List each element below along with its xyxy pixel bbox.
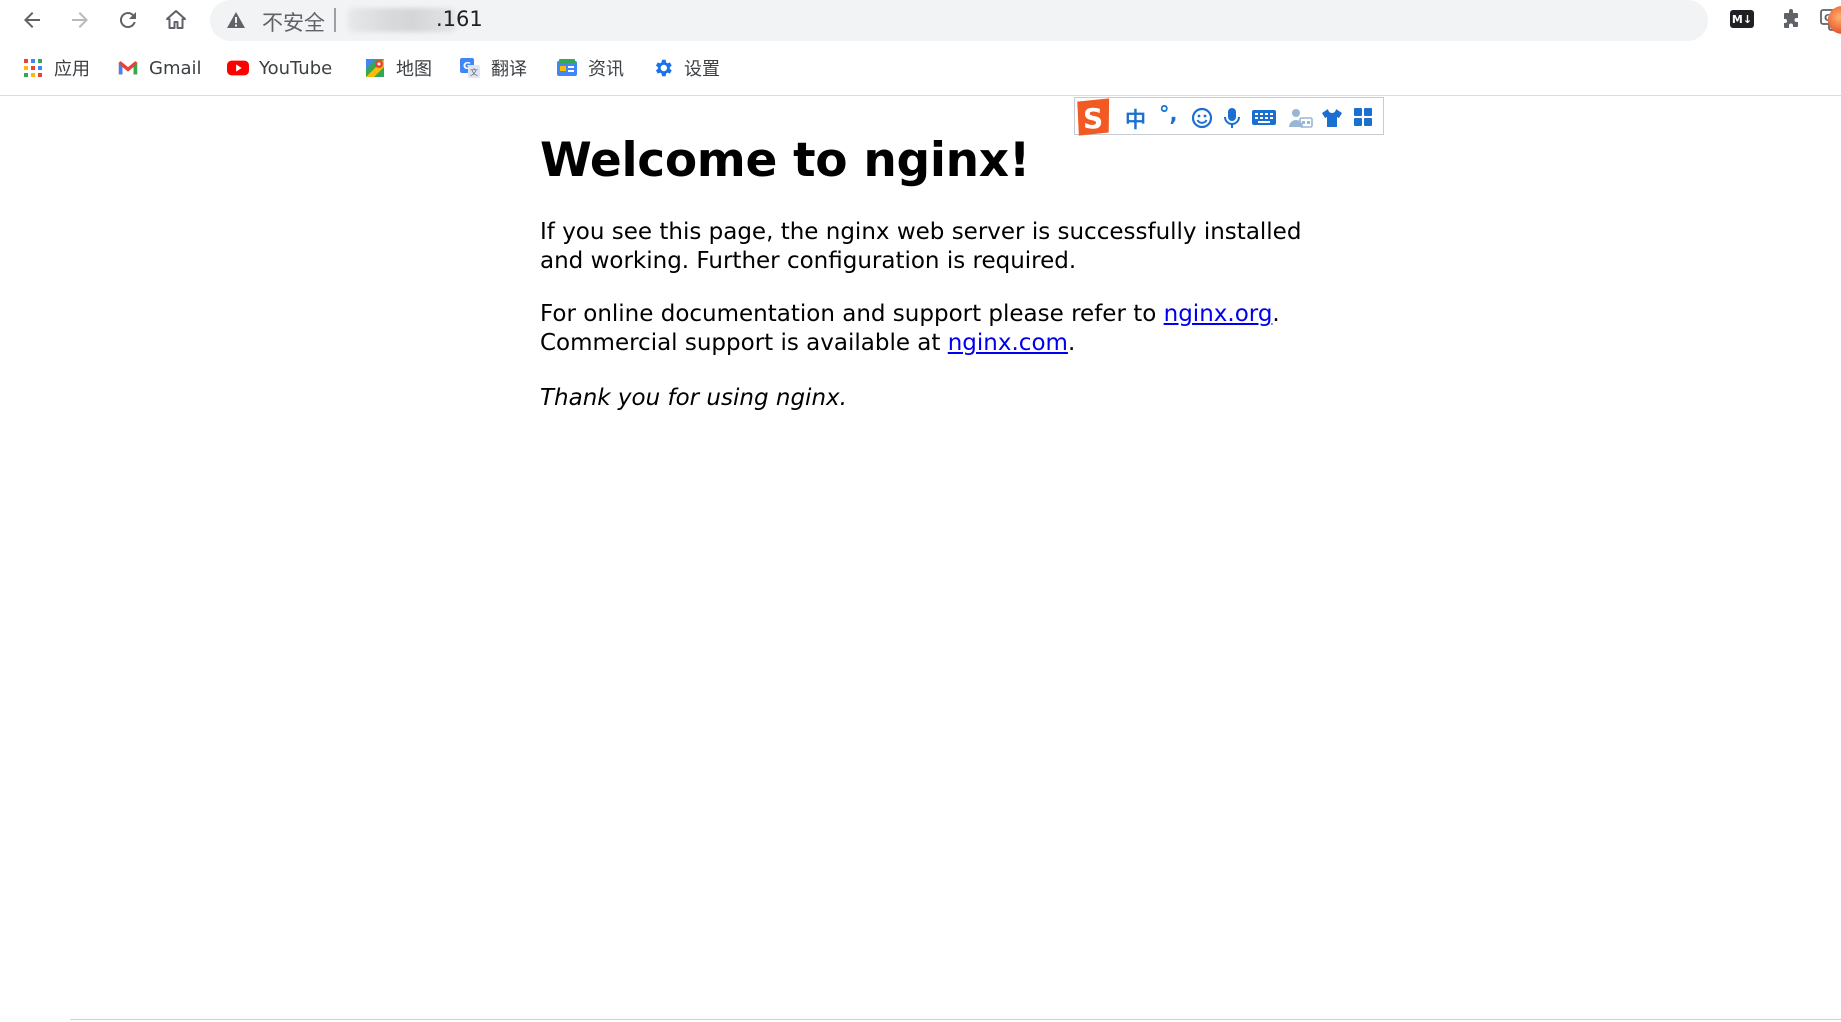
grid-menu-icon[interactable] — [1353, 107, 1373, 131]
reload-icon — [116, 8, 140, 32]
bookmark-label: 应用 — [54, 59, 90, 80]
bookmark-label: 资讯 — [588, 59, 624, 80]
doc-period: . — [1272, 301, 1280, 327]
gmail-icon — [117, 57, 139, 79]
bookmark-label: Gmail — [149, 57, 202, 79]
forward-button[interactable] — [62, 2, 98, 38]
page-title: Welcome to nginx! — [540, 133, 1030, 188]
bookmark-youtube[interactable]: YouTube — [227, 54, 332, 82]
skin-tshirt-icon[interactable] — [1321, 107, 1343, 133]
translate-icon: G文 — [459, 57, 481, 79]
svg-text:文: 文 — [470, 67, 478, 77]
extensions-puzzle-icon[interactable] — [1779, 8, 1803, 36]
address-separator — [334, 8, 336, 32]
bookmark-label: 翻译 — [491, 59, 527, 80]
bookmark-apps[interactable]: 应用 — [22, 54, 90, 82]
bookmark-translate[interactable]: G文 翻译 — [459, 54, 527, 82]
bookmarks-bar: 应用 Gmail YouTube 地图 G文 翻译 资讯 设置 — [0, 42, 1841, 96]
youtube-icon — [227, 57, 249, 79]
bookmark-maps[interactable]: 地图 — [364, 54, 432, 82]
security-status-label[interactable]: 不安全 — [262, 7, 325, 37]
documentation-paragraph: For online documentation and support ple… — [540, 300, 1320, 358]
bookmark-label: YouTube — [259, 57, 333, 79]
apps-grid-icon — [22, 57, 44, 79]
address-bar[interactable]: 不安全 .161 G文 — [210, 0, 1841, 41]
markdown-extension-icon[interactable]: M↓ — [1730, 10, 1754, 28]
arrow-left-icon — [20, 8, 44, 32]
bottom-divider — [70, 1019, 1841, 1020]
bookmark-settings[interactable]: 设置 — [652, 54, 720, 82]
page-content: Welcome to nginx! If you see this page, … — [540, 118, 1320, 411]
nginx-org-link[interactable]: nginx.org — [1164, 301, 1273, 327]
settings-gear-icon — [652, 57, 674, 79]
support-period: . — [1067, 330, 1076, 356]
reload-button[interactable] — [110, 2, 146, 38]
intro-paragraph: If you see this page, the nginx web serv… — [540, 219, 1302, 274]
home-icon — [164, 8, 188, 32]
doc-text: For online documentation and support ple… — [540, 301, 1164, 327]
bookmark-gmail[interactable]: Gmail — [117, 54, 202, 82]
arrow-right-icon — [68, 8, 92, 32]
support-text: Commercial support is available at — [540, 330, 948, 356]
back-button[interactable] — [14, 2, 50, 38]
thanks-paragraph: Thank you for using nginx. — [540, 385, 847, 411]
warning-triangle-icon[interactable] — [226, 11, 246, 33]
maps-icon — [364, 57, 386, 79]
browser-toolbar: 不安全 .161 G文 M↓ — [0, 0, 1841, 42]
home-button[interactable] — [158, 2, 194, 38]
nginx-com-link[interactable]: nginx.com — [948, 330, 1068, 356]
address-host-text[interactable]: .161 — [436, 7, 483, 31]
bookmark-label: 设置 — [684, 59, 720, 80]
bookmark-label: 地图 — [396, 59, 432, 80]
bookmark-news[interactable]: 资讯 — [556, 54, 624, 82]
news-icon — [556, 57, 578, 79]
